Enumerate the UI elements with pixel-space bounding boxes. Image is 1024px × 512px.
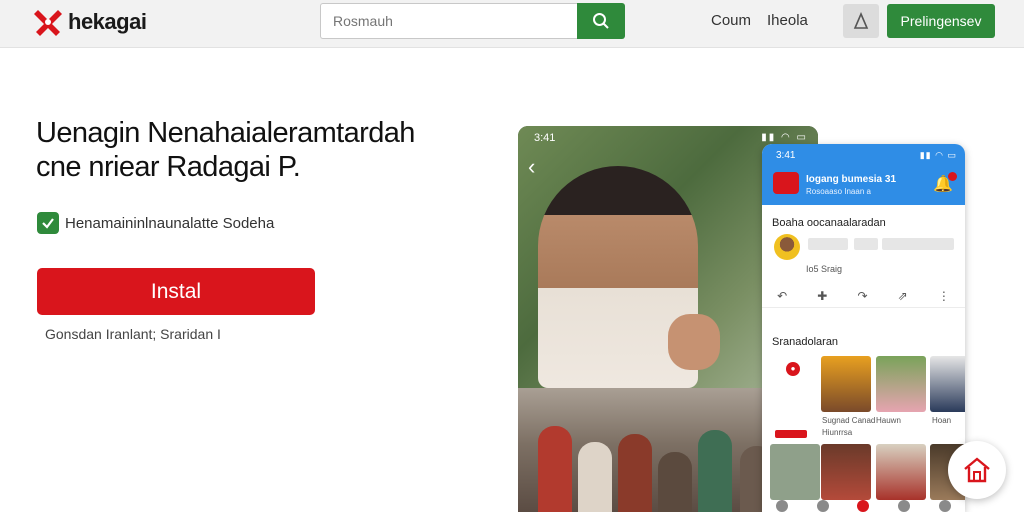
thumb-caption: Hoan <box>932 416 952 425</box>
hero-headline: Uenagin Nenahaialeramtardah cne nriear R… <box>36 116 456 184</box>
notification-badge <box>948 172 957 181</box>
nav-menu-icon[interactable] <box>938 500 951 512</box>
section-heading-2: Sranadolaran <box>772 336 839 348</box>
gallery-thumb[interactable] <box>876 356 926 412</box>
status-time: 3:41 <box>534 132 556 144</box>
home-button[interactable] <box>948 441 1006 499</box>
headline-line-1: Uenagin Nenahaialeramtardah <box>36 117 415 149</box>
text-placeholder <box>882 238 954 250</box>
back-arrow-icon[interactable]: ‹ <box>528 154 535 180</box>
app-logo-icon <box>773 172 799 194</box>
nav-search-icon[interactable] <box>816 500 829 512</box>
top-bar: hekagai Coum Iheola Prelingensev <box>0 0 1024 48</box>
status-icons-front: ▮▮ ◠ ▭ <box>919 150 957 160</box>
home-icon <box>964 457 990 483</box>
live-tag <box>775 430 807 438</box>
gallery-thumb[interactable] <box>821 356 871 412</box>
nav-home-icon[interactable] <box>776 500 789 512</box>
thumb-caption: Hauwn <box>876 416 901 425</box>
account-button[interactable] <box>843 4 879 38</box>
checkmark-icon <box>42 218 54 229</box>
app-header: 3:41 ▮▮ ◠ ▭ Iogang bumesia 31 Rosoaaso I… <box>762 144 965 205</box>
thumb-caption: Hiunrrsa <box>822 428 853 437</box>
install-button[interactable]: Instal <box>37 268 315 315</box>
bottom-nav <box>762 500 965 512</box>
like-icon[interactable]: ↶ <box>777 289 787 303</box>
raised-fist <box>668 314 720 370</box>
gallery-thumb[interactable] <box>770 444 820 500</box>
user-icon <box>853 12 869 29</box>
install-note: Gonsdan Iranlant; Sraridan I <box>45 326 221 342</box>
brand-mark-icon <box>34 10 62 36</box>
brand-logo[interactable]: hekagai <box>32 6 147 38</box>
checkbox-label: Henamaininlnaunalatte Sodeha <box>65 214 275 232</box>
gallery-thumb[interactable] <box>930 356 965 412</box>
gallery-thumb[interactable] <box>821 444 871 500</box>
header-cta-button[interactable]: Prelingensev <box>887 4 995 38</box>
status-icons: ▮▮ ◠ ▭ <box>761 132 808 143</box>
search-icon <box>593 13 609 29</box>
nav-active-icon[interactable] <box>857 500 870 512</box>
avatar[interactable] <box>774 234 800 260</box>
section-heading-1: Boaha oocanaalaradan <box>772 217 886 229</box>
gallery-thumb[interactable] <box>876 444 926 500</box>
live-badge: ● <box>786 362 800 376</box>
brand-name: hekagai <box>68 9 147 34</box>
thumb-caption: Sugnad Canad <box>822 416 876 425</box>
checkbox[interactable] <box>37 212 59 234</box>
post-actions: ↶ ✚ ↷ ⇗ ⋮ <box>762 284 965 308</box>
phone-mockup-front: 3:41 ▮▮ ◠ ▭ Iogang bumesia 31 Rosoaaso I… <box>762 144 965 512</box>
nav-link-1[interactable]: Coum <box>711 12 751 29</box>
text-placeholder <box>808 238 848 250</box>
status-time-front: 3:41 <box>776 150 796 161</box>
nav-link-2[interactable]: Iheola <box>767 12 808 29</box>
comment-icon[interactable]: ✚ <box>817 289 827 303</box>
post-meta: Io5 Sraig <box>806 264 843 274</box>
text-placeholder <box>854 238 878 250</box>
app-header-title: Iogang bumesia 31 <box>806 174 897 185</box>
search-bar <box>320 3 625 39</box>
more-icon[interactable]: ⋮ <box>938 289 950 303</box>
nav-share-icon[interactable] <box>898 500 911 512</box>
search-input[interactable] <box>320 3 577 39</box>
forward-icon[interactable]: ⇗ <box>898 289 908 303</box>
search-button[interactable] <box>577 3 625 39</box>
share-icon[interactable]: ↷ <box>857 289 867 303</box>
headline-line-2: cne nriear Radagai P. <box>36 151 301 183</box>
feature-checkbox-row[interactable]: Henamaininlnaunalatte Sodeha <box>37 212 274 234</box>
app-header-subtitle: Rosoaaso Inaan a <box>806 187 871 196</box>
